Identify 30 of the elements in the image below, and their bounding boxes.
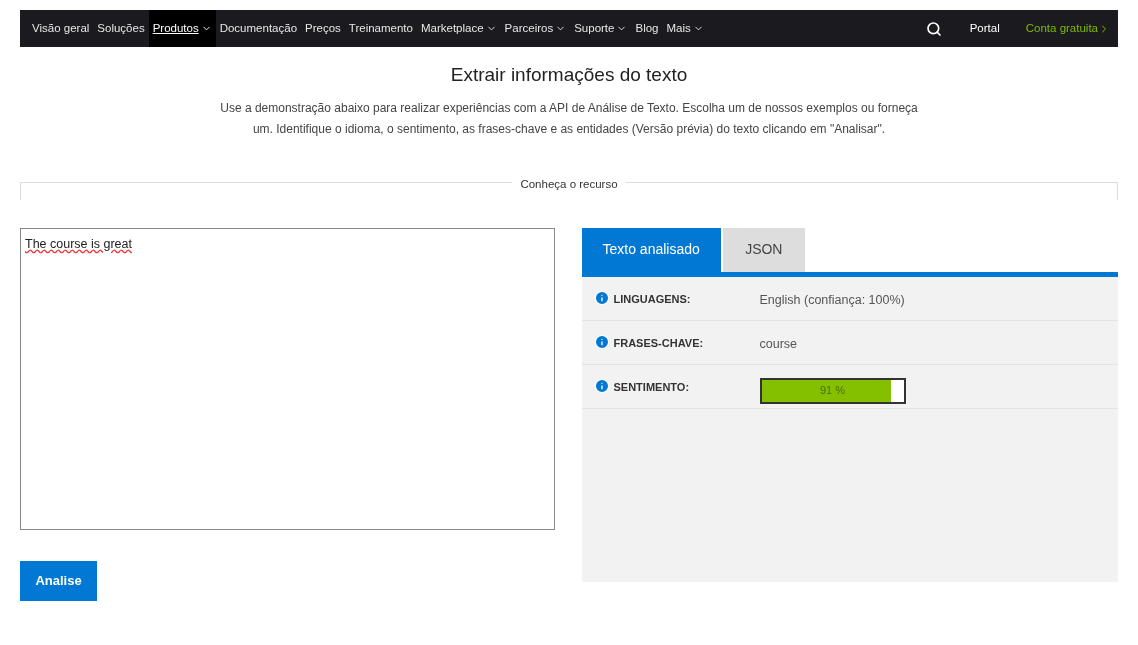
- nav-link[interactable]: Treinamento: [344, 10, 417, 47]
- nav-link[interactable]: Suporte: [570, 10, 632, 47]
- page-title: Extrair informações do texto: [449, 63, 689, 87]
- info-icon[interactable]: [593, 377, 610, 394]
- text-input-area[interactable]: The course is great: [20, 227, 555, 530]
- result-label: LINGUAGENS:: [613, 291, 692, 307]
- nav-link[interactable]: Blog: [631, 10, 663, 47]
- info-icon[interactable]: [593, 289, 610, 306]
- nav-link[interactable]: Visão geral: [28, 10, 94, 47]
- info-icon[interactable]: [593, 333, 610, 350]
- sentiment-reading: 91 %: [818, 383, 847, 399]
- section-legend: Conheça o recurso: [512, 175, 626, 193]
- result-value: English (confiança: 100%): [759, 291, 905, 309]
- nav-link[interactable]: Documentação: [215, 10, 302, 47]
- portal-link[interactable]: Portal: [969, 19, 1000, 38]
- result-label: FRASES-CHAVE:: [613, 335, 705, 351]
- page-description: Use a demonstração abaixo para realizar experiências com a API de Análise de Texto. Escolha um de nossos exemplos ou forneça um. Identifique o idioma, o sentimento, as frases-chave e as entidades (Versão prévia) do texto clicando em "Analisar".: [219, 99, 919, 138]
- analyze-button[interactable]: Analise: [20, 560, 97, 601]
- nav-link[interactable]: Mais: [662, 10, 708, 47]
- nav-link[interactable]: Parceiros: [500, 10, 571, 47]
- result-tab[interactable]: Texto analisado: [581, 227, 721, 272]
- search-icon[interactable]: [925, 20, 942, 37]
- nav-link[interactable]: Produtos: [148, 10, 216, 47]
- nav-link[interactable]: Marketplace: [416, 10, 501, 47]
- free-account-link[interactable]: Conta gratuita: [1025, 19, 1110, 38]
- result-value: course: [759, 335, 798, 353]
- result-label: SENTIMENTO:: [613, 379, 691, 395]
- nav-link[interactable]: Soluções: [93, 10, 149, 47]
- result-tab[interactable]: JSON: [722, 227, 805, 272]
- nav-link[interactable]: Preços: [301, 10, 345, 47]
